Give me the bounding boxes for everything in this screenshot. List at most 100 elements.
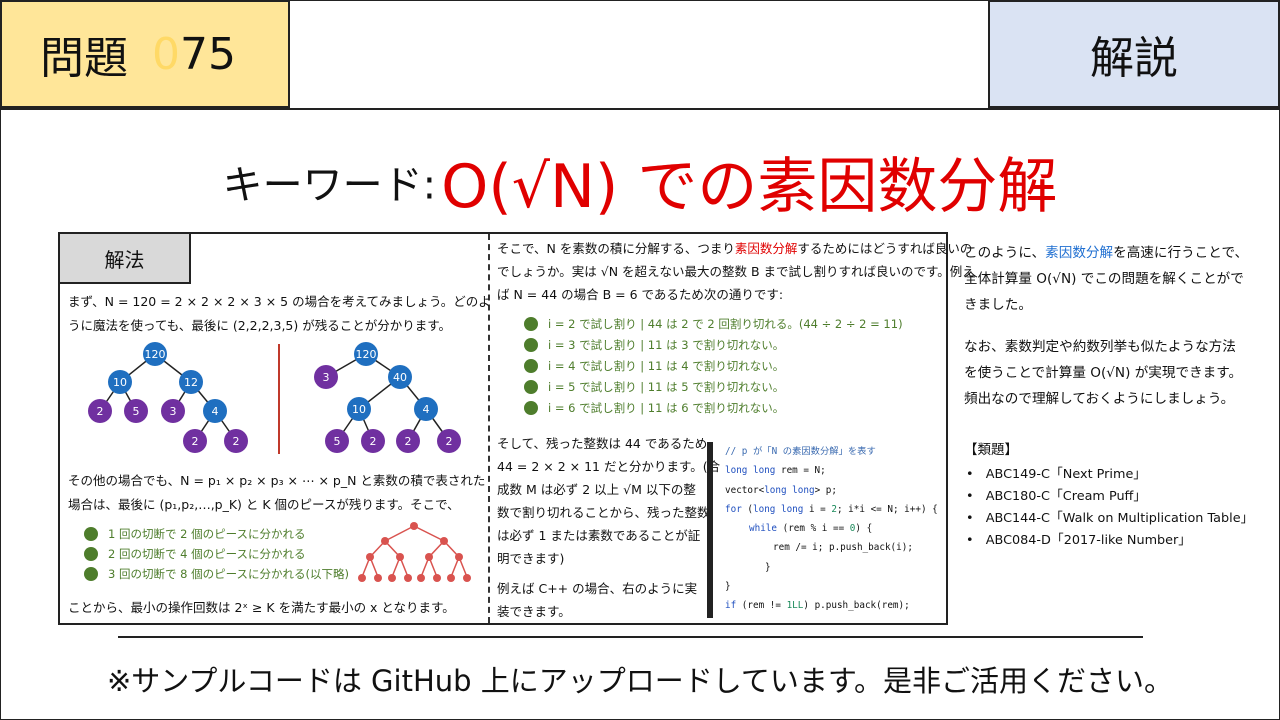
tree1-leaf-2a: 2 xyxy=(88,399,112,423)
cut-item-1: 1 回の切断で 2 個のピースに分かれる xyxy=(84,526,306,542)
code-line-2: long long rem = N; xyxy=(725,465,826,477)
svg-text:2: 2 xyxy=(370,435,377,448)
summary-p2-line3: 頻出なので理解しておくようにしましょう。 xyxy=(964,391,1235,407)
middle-para1-line2: でしょうか。実は √N を超えない最大の整数 B まで試し割りすれば良いのです。… xyxy=(497,264,975,279)
svg-text:4: 4 xyxy=(212,405,219,418)
header-rule xyxy=(0,108,1280,110)
intro-line-2: うに魔法を使っても、最後に (2,2,2,3,5) が残ることが分かります。 xyxy=(68,318,451,333)
code-line-5: while (rem % i == 0) { xyxy=(749,523,873,535)
related-item-3: • ABC144-C「Walk on Multiplication Table」 xyxy=(966,511,1254,526)
summary-highlight: 素因数分解 xyxy=(1045,245,1114,261)
bullet-dot xyxy=(84,527,98,541)
trial-item-2: i = 3 で試し割り | 11 は 3 で割り切れない。 xyxy=(524,337,784,353)
svg-text:2: 2 xyxy=(97,405,104,418)
bullet-dot xyxy=(84,567,98,581)
tree1-leaf-2c: 2 xyxy=(224,429,248,453)
trial-item-4: i = 5 で試し割り | 11 は 5 で割り切れない。 xyxy=(524,379,784,395)
tree1-leaf-2b: 2 xyxy=(183,429,207,453)
problem-label: 問題 xyxy=(40,33,128,84)
problem-number: 75 xyxy=(180,28,236,80)
middle-para2-line2: 44 = 2 × 2 × 11 だと分かります。(合 xyxy=(497,459,721,474)
code-block: // p が「N の素因数分解」を表す long long rem = N; v… xyxy=(707,442,950,618)
svg-text:40: 40 xyxy=(393,371,407,384)
conclusion-line: ことから、最小の操作回数は 2ˣ ≥ K を満たす最小の x となります。 xyxy=(68,600,455,615)
trial-item-1: i = 2 で試し割り | 44 は 2 で 2 回割り切れる。(44 ÷ 2 … xyxy=(524,316,903,332)
related-title: 【類題】 xyxy=(964,442,1018,458)
middle-para1-line3: ば N = 44 の場合 B = 6 であるため次の通りです: xyxy=(497,287,784,302)
tree2-leaf-2c: 2 xyxy=(437,429,461,453)
tree1-node-12: 12 xyxy=(179,370,203,394)
method-label: 解法 xyxy=(60,234,191,284)
summary-p2-line1: なお、素数判定や約数列挙も似たような方法 xyxy=(964,339,1236,355)
svg-text:10: 10 xyxy=(113,376,127,389)
svg-text:5: 5 xyxy=(334,435,341,448)
code-line-9: if (rem != 1LL) p.push_back(rem); xyxy=(725,600,910,612)
general-line-1: その他の場合でも、N = p₁ × p₂ × p₃ × ⋯ × p_N と素数の… xyxy=(68,473,486,488)
cut-item-3: 3 回の切断で 8 個のピースに分かれる(以下略) xyxy=(84,566,349,582)
svg-text:2: 2 xyxy=(446,435,453,448)
intro-line-1: まず、N = 120 = 2 × 2 × 2 × 3 × 5 の場合を考えてみま… xyxy=(68,294,491,309)
code-line-3: vector<long long> p; xyxy=(725,484,837,496)
tree2-node-10: 10 xyxy=(347,397,371,421)
binary-split-tree-icon xyxy=(358,522,471,582)
svg-text:10: 10 xyxy=(352,403,366,416)
tree2-node-40: 40 xyxy=(388,365,412,389)
code-line-8: } xyxy=(725,581,731,593)
svg-text:2: 2 xyxy=(405,435,412,448)
middle-para3-line2: 装できます。 xyxy=(497,604,571,619)
summary-p1-line3: きました。 xyxy=(964,297,1032,313)
tree2-leaf-3: 3 xyxy=(314,365,338,389)
tree2-leaf-2a: 2 xyxy=(361,429,385,453)
keyword-line: キーワード: O(√N) での素因数分解 xyxy=(0,138,1280,225)
svg-text:120: 120 xyxy=(356,348,377,361)
svg-text:120: 120 xyxy=(145,348,166,361)
tree1-leaf-5: 5 xyxy=(124,399,148,423)
svg-text:2: 2 xyxy=(192,435,199,448)
kaisetsu-label: 解説 xyxy=(1090,33,1178,84)
tree2-leaf-2b: 2 xyxy=(396,429,420,453)
related-item-4: • ABC084-D「2017-like Number」 xyxy=(966,533,1192,548)
keyword-label: キーワード: xyxy=(222,162,437,209)
factor-trees: 120 10 12 2 5 3 4 2 2 120 3 40 10 4 5 2 … xyxy=(88,342,461,454)
tree1-node-10: 10 xyxy=(108,370,132,394)
middle-para2-line4: 数で割り切れることから、残った整数 xyxy=(497,505,710,520)
code-line-1: // p が「N の素因数分解」を表す xyxy=(725,446,876,457)
middle-para1-line1: そこで、N を素数の積に分解する、つまり素因数分解するためにはどうすれば良いの xyxy=(497,241,973,256)
cut-item-2: 2 回の切断で 4 個のピースに分かれる xyxy=(84,546,306,562)
code-line-7: } xyxy=(765,561,771,573)
problem-number-box: 問題 0 75 xyxy=(0,0,290,108)
svg-text:12: 12 xyxy=(184,376,198,389)
tree1-leaf-3: 3 xyxy=(161,399,185,423)
trial-item-5: i = 6 で試し割り | 11 は 6 で割り切れない。 xyxy=(524,400,784,416)
bullet-dot xyxy=(524,317,538,331)
middle-para2-line6: 明できます) xyxy=(497,551,565,566)
code-line-4: for (long long i = 2; i*i <= N; i++) { xyxy=(725,503,938,515)
tree2-node-4: 4 xyxy=(414,397,438,421)
bullet-dot xyxy=(84,547,98,561)
svg-text:3: 3 xyxy=(323,371,330,384)
keyword-value: O(√N) での素因数分解 xyxy=(441,152,1058,222)
prime-factorization-highlight: 素因数分解 xyxy=(734,241,798,256)
tree1-node-120: 120 xyxy=(143,342,167,366)
svg-text:5: 5 xyxy=(133,405,140,418)
summary-p1-line1: このように、素因数分解を高速に行うことで、 xyxy=(964,245,1249,261)
problem-number-faded: 0 xyxy=(152,28,180,80)
kaisetsu-box: 解説 xyxy=(988,0,1280,108)
middle-para2-line1: そして、残った整数は 44 であるため、 xyxy=(497,436,720,451)
middle-para2-line5: は必ず 1 または素数であることが証 xyxy=(497,528,701,543)
related-item-1: • ABC149-C「Next Prime」 xyxy=(966,467,1147,482)
svg-text:3: 3 xyxy=(170,405,177,418)
tree1-node-4: 4 xyxy=(203,399,227,423)
summary-p2-line2: を使うことで計算量 O(√N) が実現できます。 xyxy=(964,365,1243,381)
summary-text: このように、素因数分解を高速に行うことで、 全体計算量 O(√N) でこの問題を… xyxy=(964,240,1264,412)
tree2-node-120: 120 xyxy=(354,342,378,366)
footer-note: ※サンプルコードは GitHub 上にアップロードしています。是非ご活用ください… xyxy=(106,664,1173,698)
svg-text:4: 4 xyxy=(423,403,430,416)
bullet-dot xyxy=(524,359,538,373)
code-line-6: rem /= i; p.push_back(i); xyxy=(773,542,913,554)
middle-para2-line3: 成数 M は必ず 2 以上 √M 以下の整 xyxy=(497,482,696,497)
trial-item-3: i = 4 で試し割り | 11 は 4 で割り切れない。 xyxy=(524,358,784,374)
bullet-dot xyxy=(524,401,538,415)
bullet-dot xyxy=(524,338,538,352)
middle-para3-line1: 例えば C++ の場合、右のように実 xyxy=(497,581,698,596)
